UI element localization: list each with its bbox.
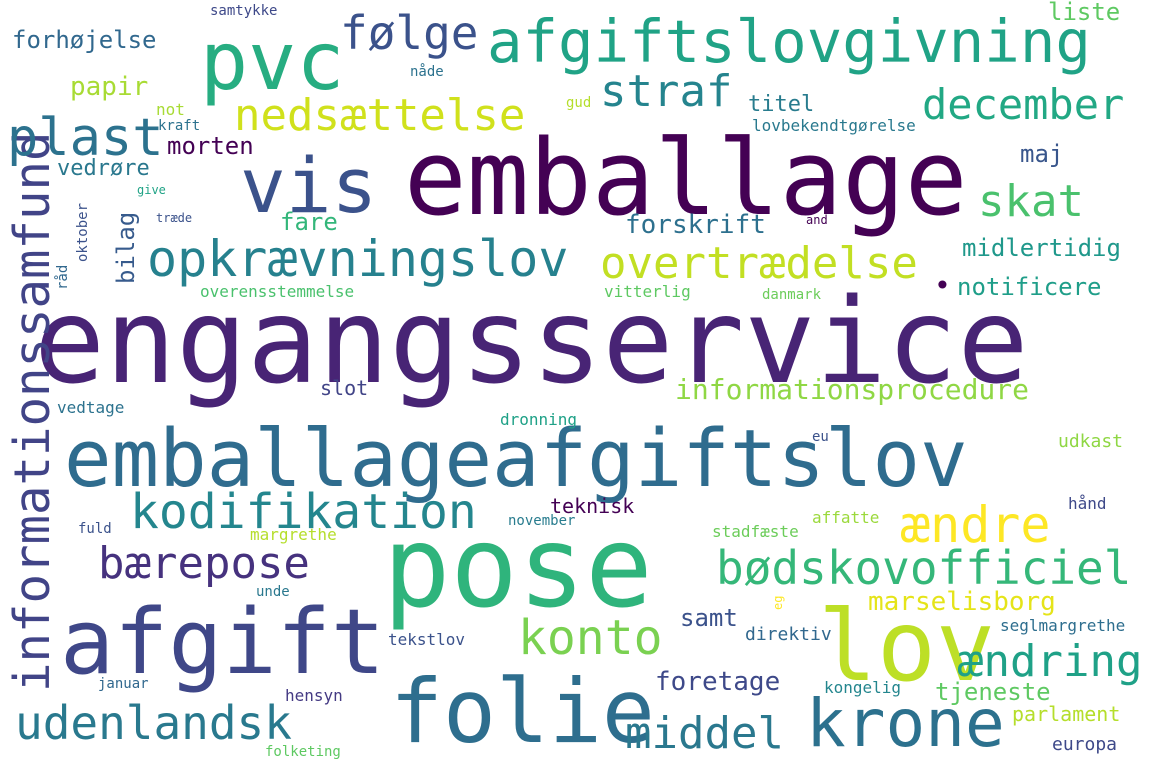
word-midlertidig: midlertidig [962, 234, 1121, 262]
word-aendre: ændre [900, 496, 1051, 554]
word-forskrift: forskrift [625, 210, 766, 240]
word-papir: papir [70, 72, 149, 102]
word-dronning: dronning [500, 410, 578, 429]
word-baerepose: bærepose [98, 538, 310, 589]
word-opkraevningslov: opkrævningslov [147, 230, 569, 288]
word-vitterlig: vitterlig [604, 282, 691, 301]
word-not: not [156, 100, 185, 119]
word-bilag: bilag [112, 211, 140, 284]
word-samtykke: samtykke [210, 3, 278, 19]
word-margrethe: margrethe [250, 525, 337, 544]
word-give: give [137, 183, 166, 197]
word-marselisborg: marselisborg [868, 587, 1056, 617]
word-udenlandsk: udenlandsk [15, 696, 292, 750]
word-oktober: oktober [75, 202, 91, 262]
word-folie: folie [390, 660, 655, 763]
word-fuld: fuld [78, 521, 112, 537]
word-vedtage: vedtage [57, 398, 125, 417]
word-direktiv: direktiv [745, 624, 832, 645]
word-skat: skat [978, 176, 1084, 227]
word-vedrore: vedrøre [57, 156, 150, 181]
word-udkast: udkast [1058, 431, 1124, 452]
word-hensyn: hensyn [285, 686, 343, 705]
word-morten: morten [167, 132, 254, 160]
word-rad: råd [55, 264, 71, 290]
word-cloud: engangsservice emballage emballageafgift… [0, 0, 1155, 770]
word-notificere: notificere [957, 273, 1102, 301]
word-parlament: parlament [1012, 702, 1121, 726]
word-november: november [508, 513, 576, 529]
word-hand: hånd [1068, 494, 1107, 513]
word-folketing: folketing [265, 744, 341, 760]
word-kraft: kraft [158, 118, 201, 134]
word-europa: europa [1052, 734, 1118, 755]
word-eg: eg [771, 595, 785, 610]
word-dot: • [934, 269, 951, 302]
word-stadfaeste: stadfæste [712, 522, 799, 541]
word-gud: gud [566, 95, 592, 111]
word-danmark: danmark [762, 287, 822, 303]
word-titel: titel [748, 92, 815, 117]
word-nade: nåde [410, 64, 444, 80]
word-slot: slot [320, 376, 369, 400]
word-middel: middel [625, 708, 784, 759]
word-straf: straf [600, 66, 733, 117]
word-januar: januar [98, 676, 149, 692]
word-tjeneste: tjeneste [935, 678, 1051, 706]
word-fare: fare [280, 208, 338, 236]
word-unde: unde [256, 584, 290, 600]
word-affatte: affatte [812, 508, 880, 527]
word-kongelig: kongelig [824, 678, 902, 697]
word-nedsaettelse: nedsættelse [234, 90, 526, 141]
word-seglmargrethe: seglmargrethe [1000, 616, 1126, 635]
word-samt: samt [680, 604, 738, 632]
word-lovbekendtgorelse: lovbekendtgørelse [752, 116, 916, 135]
word-forhojelse: forhøjelse [12, 26, 157, 54]
word-informationssamfund: informationssamfund [4, 131, 61, 692]
word-afgiftslovgivning: afgiftslovgivning [487, 7, 1091, 76]
word-maj: maj [1020, 140, 1064, 168]
word-folge: følge [340, 6, 479, 60]
word-foretage: foretage [655, 667, 781, 697]
word-december: december [922, 80, 1125, 129]
word-informationsprocedure: informationsprocedure [675, 373, 1030, 406]
word-tekstlov: tekstlov [388, 630, 466, 649]
word-liste: liste [1048, 0, 1121, 26]
word-eu: eu [812, 429, 829, 445]
word-afgift: afgift [60, 590, 386, 695]
word-and: and [806, 213, 828, 227]
word-overtraedelse: overtrædelse [600, 238, 918, 289]
word-overensstemmelse: overensstemmelse [200, 282, 355, 301]
word-traede: træde [156, 211, 193, 225]
word-konto: konto [518, 610, 663, 666]
